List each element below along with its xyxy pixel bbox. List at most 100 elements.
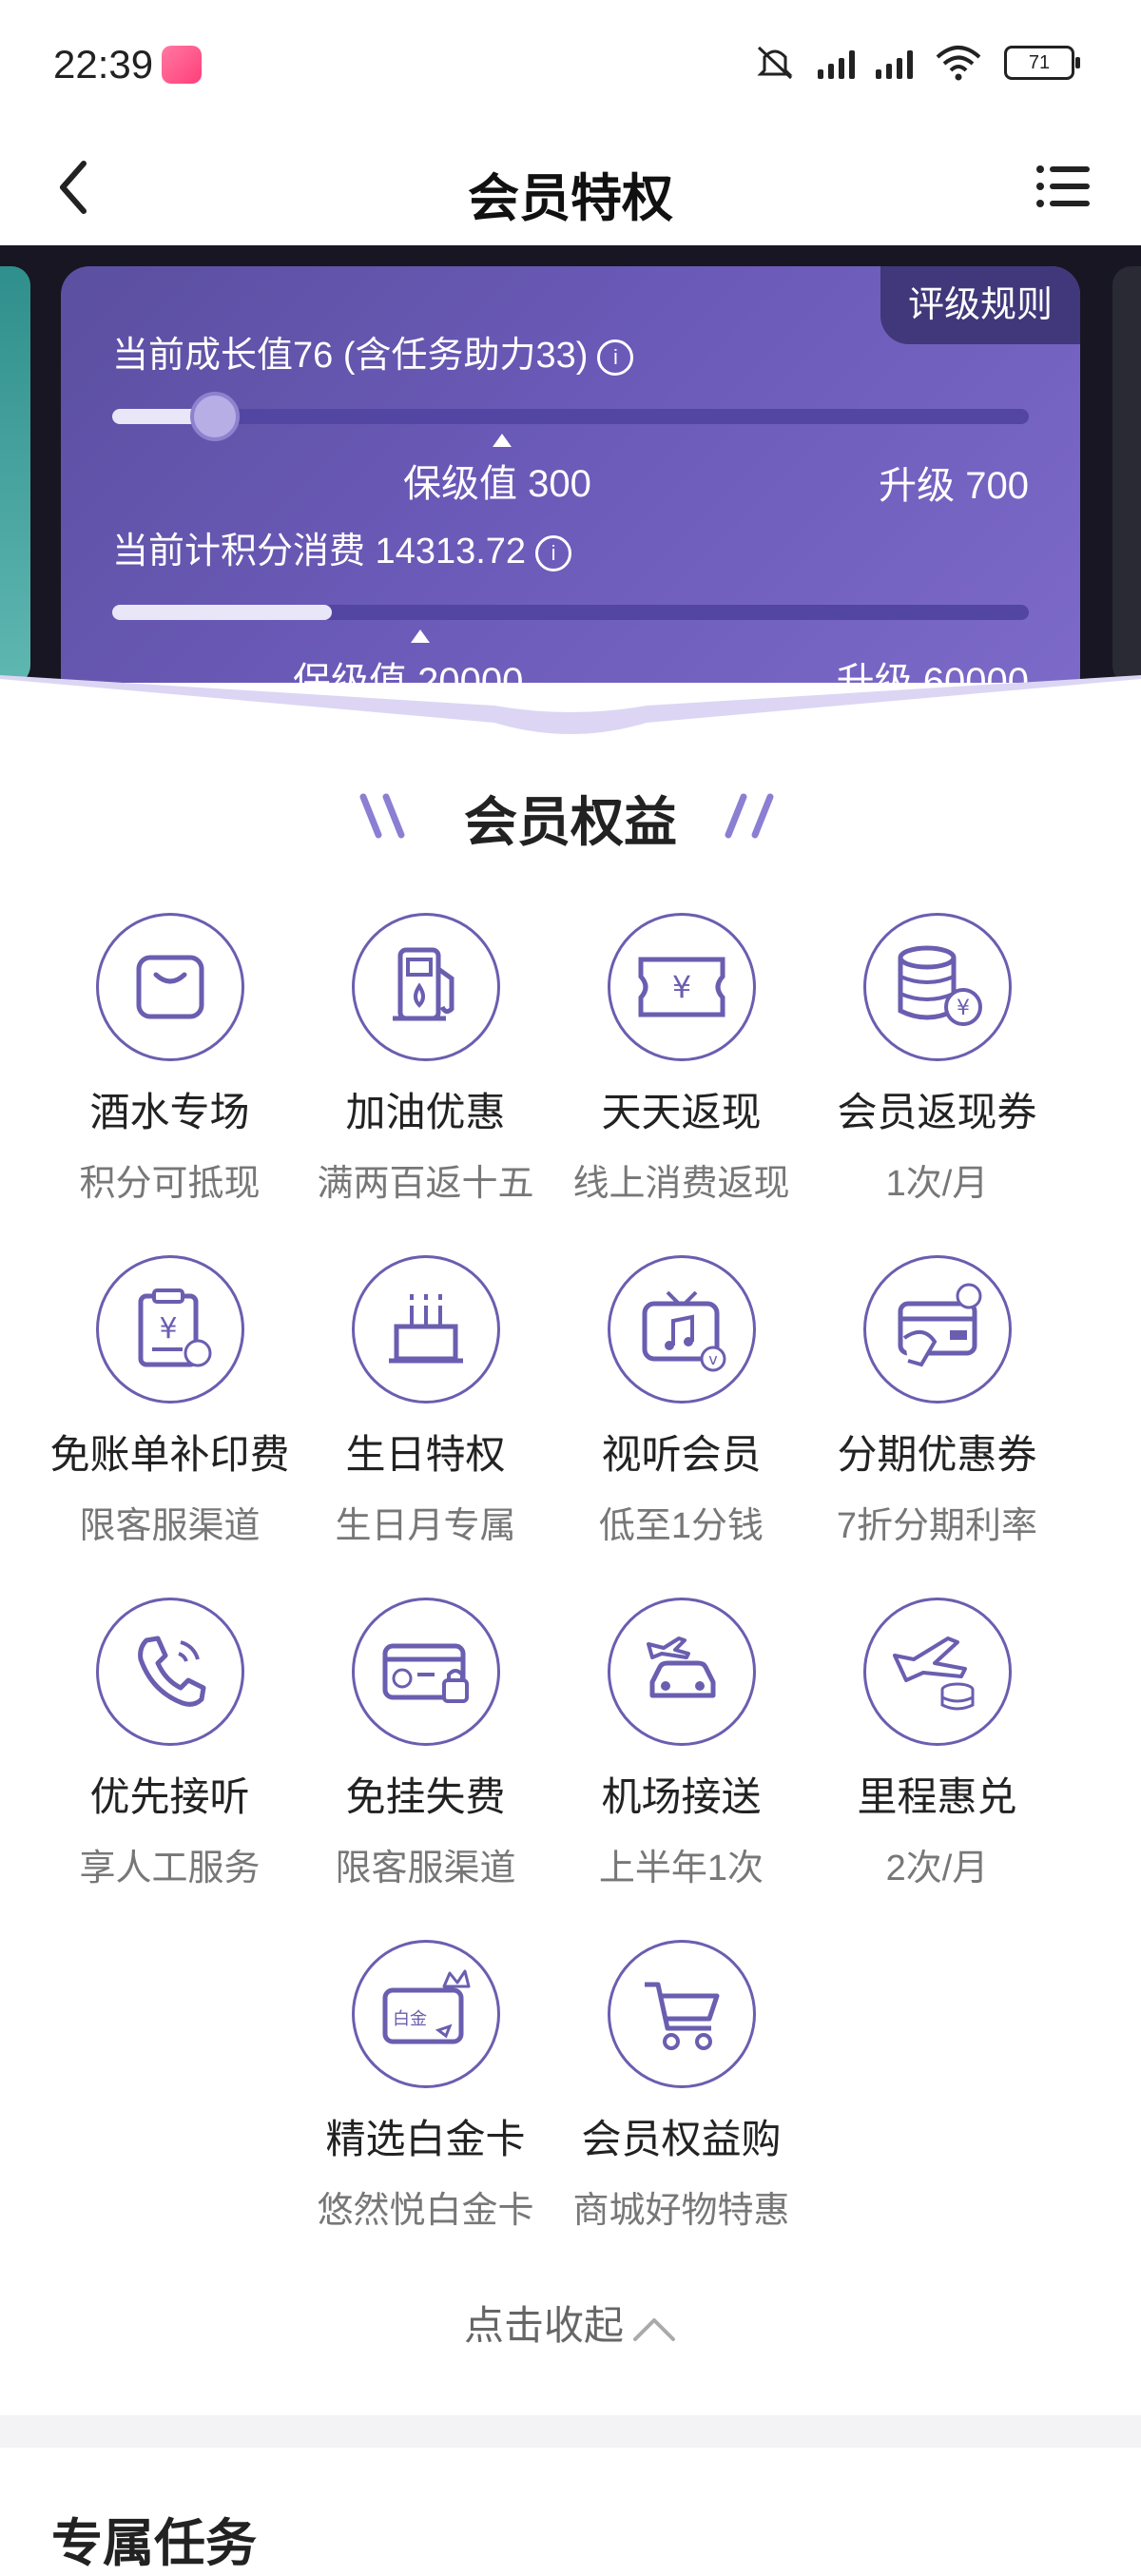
benefit-subtitle: 低至1分钱 — [598, 1506, 764, 1546]
platinum-card-icon: 白金 — [382, 1969, 470, 2044]
benefit-subtitle: 限客服渠道 — [335, 1849, 516, 1888]
benefit-item-airport-transfer[interactable]: 机场接送 上半年1次 — [548, 1598, 815, 1890]
benefit-subtitle: 1次/月 — [885, 1164, 989, 1204]
benefit-icon-circle — [95, 913, 244, 1061]
benefit-subtitle: 上半年1次 — [598, 1849, 764, 1888]
rating-rules-button[interactable]: 评级规则 — [880, 266, 1080, 344]
bill-clipboard-icon: ¥ — [138, 1288, 211, 1367]
benefit-icon-circle: ¥ — [862, 913, 1012, 1061]
benefit-icon-circle — [351, 1255, 500, 1404]
benefit-title: 视听会员 — [601, 1432, 762, 1477]
benefit-item-member-shopping[interactable]: 会员权益购 商城好物特惠 — [548, 1940, 815, 2233]
prev-card-peek[interactable] — [0, 266, 30, 683]
benefit-title: 生日特权 — [345, 1432, 506, 1477]
svg-text:¥: ¥ — [159, 1312, 177, 1346]
benefit-title: 里程惠兑 — [857, 1774, 1017, 1819]
signal-icon — [818, 47, 855, 79]
growth-upgrade-value: 升级 700 — [879, 465, 1029, 507]
benefit-subtitle: 享人工服务 — [79, 1849, 261, 1888]
collapse-button[interactable]: 点击收起 — [0, 2294, 1141, 2352]
benefit-item-priority-call[interactable]: 优先接听 享人工服务 — [36, 1598, 303, 1890]
status-time: 22:39 — [53, 42, 154, 87]
card-lock-icon — [382, 1643, 469, 1703]
benefit-item-platinum-card[interactable]: 白金 精选白金卡 悠然悦白金卡 — [292, 1940, 559, 2233]
spend-keep-marker — [411, 629, 430, 643]
benefits-section-title: 会员权益 — [464, 792, 677, 852]
benefit-item-av-member[interactable]: v 视听会员 低至1分钱 — [548, 1255, 815, 1548]
info-icon[interactable]: i — [597, 339, 634, 376]
growth-progress-knob — [190, 392, 241, 441]
benefit-title: 天天返现 — [601, 1090, 762, 1134]
benefit-item-cashback[interactable]: ¥ 天天返现 线上消费返现 — [548, 913, 815, 1206]
shopping-cart-icon — [644, 1982, 719, 2050]
benefit-title: 会员权益购 — [581, 2117, 782, 2161]
benefit-item-coupon[interactable]: ¥ 会员返现券 1次/月 — [803, 913, 1071, 1206]
app-notification-icon — [162, 46, 202, 84]
benefit-icon-circle: ¥ — [95, 1255, 244, 1404]
benefit-icon-circle — [351, 913, 500, 1061]
header: 会员特权 — [0, 133, 1141, 245]
banner-curve — [0, 675, 1141, 749]
benefit-item-installment[interactable]: 分期优惠券 7折分期利率 — [803, 1255, 1071, 1548]
benefit-item-bill-reprint[interactable]: ¥ 免账单补印费 限客服渠道 — [36, 1255, 303, 1548]
benefit-title: 免挂失费 — [345, 1774, 506, 1819]
member-level-banner: 评级规则 当前成长值76 (含任务助力33) i 保级值 300 升级 700 当… — [0, 245, 1141, 683]
benefit-subtitle: 商城好物特惠 — [572, 2191, 790, 2231]
benefit-item-loss-report[interactable]: 免挂失费 限客服渠道 — [292, 1598, 559, 1890]
card-hand-icon — [898, 1283, 981, 1367]
spend-label: 当前计积分消费 14313.72 — [112, 532, 527, 571]
growth-keep-marker — [493, 434, 512, 447]
yuan-ticket-icon: ¥ — [638, 957, 725, 1017]
benefit-title: 会员返现券 — [837, 1090, 1037, 1134]
plane-coins-icon — [892, 1637, 974, 1711]
benefit-icon-circle — [351, 1598, 500, 1746]
benefit-title: 加油优惠 — [345, 1090, 506, 1134]
benefit-icon-circle — [862, 1598, 1012, 1746]
next-card-peek[interactable] — [1112, 266, 1141, 683]
section-divider — [0, 2415, 1141, 2448]
benefit-item-fuel[interactable]: 加油优惠 满两百返十五 — [292, 913, 559, 1206]
spend-progress-track — [112, 605, 1029, 620]
benefit-title: 酒水专场 — [89, 1090, 250, 1134]
svg-text:¥: ¥ — [957, 997, 970, 1020]
spend-label-row: 当前计积分消费 14313.72 i — [112, 521, 572, 573]
chevron-up-icon — [633, 2317, 675, 2341]
benefit-icon-circle: v — [607, 1255, 756, 1404]
benefit-title: 免账单补印费 — [49, 1432, 290, 1477]
page-title: 会员特权 — [468, 170, 673, 227]
wifi-icon — [936, 46, 981, 81]
benefit-subtitle: 满两百返十五 — [317, 1164, 534, 1204]
mute-icon — [757, 46, 793, 80]
growth-label: 当前成长值76 (含任务助力33) — [112, 336, 589, 376]
spend-progress-fill — [112, 605, 333, 620]
benefit-title: 优先接听 — [89, 1774, 250, 1819]
growth-label-row: 当前成长值76 (含任务助力33) i — [112, 325, 634, 378]
info-icon[interactable]: i — [535, 534, 572, 571]
list-menu-icon[interactable] — [1035, 158, 1092, 215]
benefit-subtitle: 积分可抵现 — [79, 1164, 261, 1204]
platinum-card-text: 白金 — [393, 2009, 427, 2029]
svg-text:v: v — [708, 1350, 717, 1368]
bag-icon — [136, 955, 203, 1019]
signal-icon-2 — [876, 47, 913, 79]
benefit-item-mileage[interactable]: 里程惠兑 2次/月 — [803, 1598, 1071, 1890]
benefit-subtitle: 7折分期利率 — [836, 1506, 1038, 1546]
collapse-label: 点击收起 — [463, 2303, 624, 2348]
benefit-icon-circle — [607, 1598, 756, 1746]
benefit-subtitle: 2次/月 — [885, 1849, 989, 1888]
tv-music-icon: v — [642, 1290, 725, 1372]
benefit-subtitle: 生日月专属 — [335, 1506, 516, 1546]
phone-icon — [137, 1636, 205, 1707]
benefit-icon-circle — [607, 1940, 756, 2088]
status-bar: 22:39 71 — [0, 0, 1141, 133]
benefit-title: 机场接送 — [601, 1774, 762, 1819]
benefit-item-birthday[interactable]: 生日特权 生日月专属 — [292, 1255, 559, 1548]
car-plane-icon — [646, 1637, 715, 1698]
benefit-subtitle: 线上消费返现 — [572, 1164, 790, 1204]
birthday-cake-icon — [388, 1294, 463, 1364]
benefit-icon-circle: ¥ — [607, 913, 756, 1061]
benefit-icon-circle: 白金 — [351, 1940, 500, 2088]
benefit-item-drinks[interactable]: 酒水专场 积分可抵现 — [36, 913, 303, 1206]
fuel-pump-icon — [392, 947, 454, 1021]
benefit-subtitle: 悠然悦白金卡 — [317, 2191, 534, 2231]
